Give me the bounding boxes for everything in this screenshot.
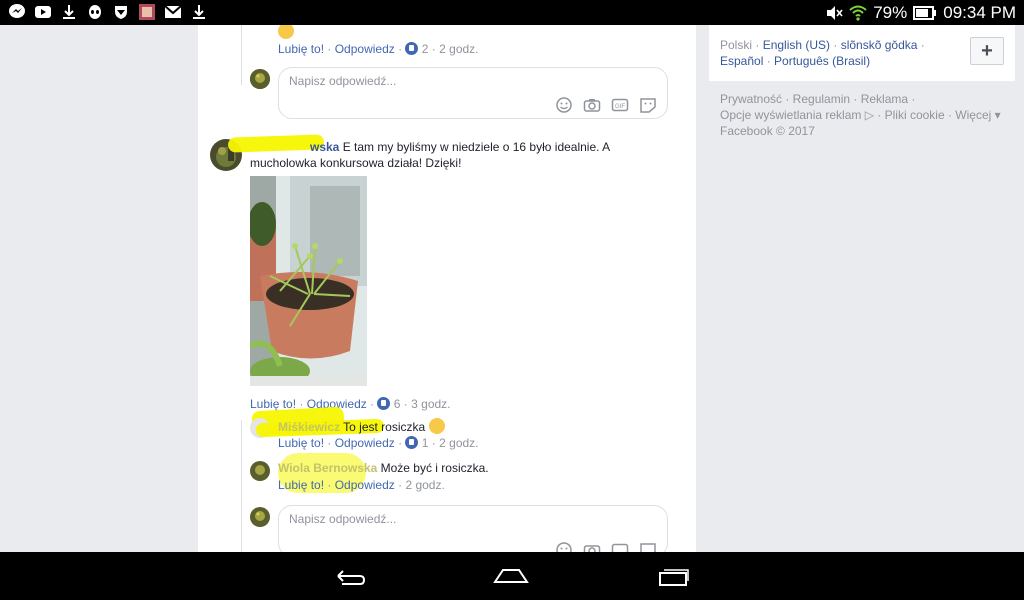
reply-author[interactable]: Miśkiewicz (278, 420, 340, 434)
right-column: Polski · English (US) · slõnskõ gŏdka · … (709, 25, 1015, 149)
plant-avatar-icon (250, 507, 270, 527)
plant-avatar-icon (250, 69, 270, 89)
footer-line[interactable]: Prywatność · Regulamin · Reklama · (720, 91, 1004, 107)
sticker-icon[interactable] (639, 542, 657, 552)
gif-icon[interactable]: GIF (611, 97, 629, 113)
reply-actions: GIF (555, 97, 657, 113)
emoji-icon[interactable] (555, 97, 573, 113)
comments-feed: Lubię to! · Odpowiedz · 2 · 2 godz. Napi… (198, 25, 696, 552)
language-selector: Polski · English (US) · slõnskõ gŏdka · … (709, 25, 1015, 81)
like-count-icon (377, 397, 391, 410)
home-icon[interactable] (491, 564, 531, 588)
photo-icon (139, 4, 155, 20)
language-link[interactable]: Português (Brasil) (774, 54, 870, 68)
language-link[interactable]: slõnskõ gŏdka (841, 38, 918, 52)
battery-icon (913, 6, 937, 20)
thread-line (241, 25, 242, 85)
reply-author[interactable]: Wiola Bernowska (278, 461, 377, 475)
avatar[interactable] (250, 69, 270, 89)
like-count[interactable]: 2 (422, 42, 429, 56)
language-link[interactable]: Español (720, 54, 763, 68)
reply-link[interactable]: Odpowiedz (335, 42, 395, 56)
status-bar: 79% 09:34 PM (0, 0, 1024, 25)
youtube-icon (35, 6, 51, 18)
system-status: 79% 09:34 PM (825, 3, 1016, 23)
copyright: Facebook © 2017 (720, 124, 815, 138)
avatar[interactable] (250, 461, 270, 481)
comment-body: wska E tam my byliśmy w niedziele o 16 b… (250, 139, 670, 171)
reply-link[interactable]: Odpowiedz (335, 436, 395, 450)
download-icon (193, 5, 205, 19)
add-language-button[interactable]: + (970, 37, 1004, 65)
svg-text:GIF: GIF (615, 104, 625, 110)
footer-links: Prywatność · Regulamin · Reklama · Opcje… (709, 81, 1015, 149)
reply-meta: Lubię to! · Odpowiedz · 1 · 2 godz. (278, 436, 479, 450)
like-count[interactable]: 1 (422, 436, 429, 450)
notification-icons (8, 3, 208, 21)
reply-meta: Lubię to! · Odpowiedz · 2 godz. (278, 478, 445, 492)
comment-time[interactable]: 3 godz. (411, 397, 450, 411)
back-icon[interactable] (330, 564, 370, 588)
wifi-icon (849, 5, 867, 21)
reply-text: To jest rosiczka (343, 420, 426, 434)
like-count-icon (405, 42, 419, 55)
footer-line[interactable]: Opcje wyświetlania reklam ▷ · Pliki cook… (720, 107, 1004, 123)
language-link[interactable]: English (US) (763, 38, 830, 52)
download-icon (63, 5, 75, 19)
smile-emoji-icon (278, 25, 294, 39)
comment-time[interactable]: 2 godz. (405, 478, 444, 492)
camera-icon[interactable] (583, 542, 601, 552)
comment-photo[interactable] (250, 176, 367, 386)
flytrap-photo-image (250, 176, 367, 386)
gmail-icon (164, 5, 182, 18)
battery-percent: 79% (873, 3, 908, 22)
plant-avatar-icon (250, 461, 270, 481)
comment-text-line2: mucholowka konkursowa działa! Dzięki! (250, 156, 462, 170)
reply-link[interactable]: Odpowiedz (335, 478, 395, 492)
emoji-icon[interactable] (555, 542, 573, 552)
reply-text: Może być i rosiczka. (380, 461, 489, 475)
mute-icon (827, 6, 843, 20)
sticker-icon[interactable] (639, 97, 657, 113)
recents-icon[interactable] (654, 564, 694, 588)
messenger-icon (9, 4, 25, 18)
like-link[interactable]: Lubię to! (278, 436, 324, 450)
comment-time[interactable]: 2 godz. (439, 436, 478, 450)
camera-icon[interactable] (583, 97, 601, 113)
thread-line (241, 420, 242, 552)
avatar[interactable] (250, 507, 270, 527)
like-count-icon (405, 436, 419, 449)
reply-placeholder: Napisz odpowiedź... (289, 512, 397, 526)
navigation-bar (0, 552, 1024, 600)
reply-box[interactable]: Napisz odpowiedź... (278, 505, 668, 552)
shield-icon (115, 6, 127, 19)
reply-box[interactable]: Napisz odpowiedź... GIF (278, 67, 668, 119)
reply-placeholder: Napisz odpowiedź... (289, 74, 397, 88)
like-link[interactable]: Lubię to! (278, 478, 324, 492)
reply-body: Miśkiewicz To jest rosiczka (278, 418, 445, 435)
comment-author[interactable]: wska (310, 140, 339, 154)
reply-actions (555, 542, 657, 552)
comment-text-line1: E tam my byliśmy w niedziele o 16 było i… (342, 140, 611, 154)
smile-emoji-icon (428, 418, 445, 434)
current-language: Polski (720, 38, 753, 52)
alien-icon (89, 5, 101, 19)
clock: 09:34 PM (943, 3, 1016, 22)
comment-meta: Lubię to! · Odpowiedz · 2 · 2 godz. (278, 42, 479, 56)
gif-icon[interactable] (611, 542, 629, 552)
like-count[interactable]: 6 (394, 397, 401, 411)
reply-body: Wiola Bernowska Może być i rosiczka. (278, 460, 489, 476)
comment-time[interactable]: 2 godz. (439, 42, 478, 56)
like-link[interactable]: Lubię to! (278, 42, 324, 56)
